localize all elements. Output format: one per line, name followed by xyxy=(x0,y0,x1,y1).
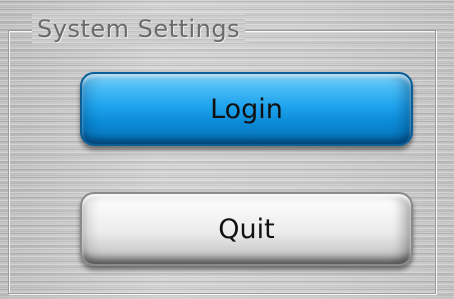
system-settings-panel: System Settings Login Quit xyxy=(0,0,454,299)
quit-button-label: Quit xyxy=(218,213,275,245)
group-box-title: System Settings xyxy=(32,14,246,44)
login-button-label: Login xyxy=(210,93,283,125)
login-button[interactable]: Login xyxy=(80,72,413,146)
quit-button[interactable]: Quit xyxy=(80,192,413,266)
